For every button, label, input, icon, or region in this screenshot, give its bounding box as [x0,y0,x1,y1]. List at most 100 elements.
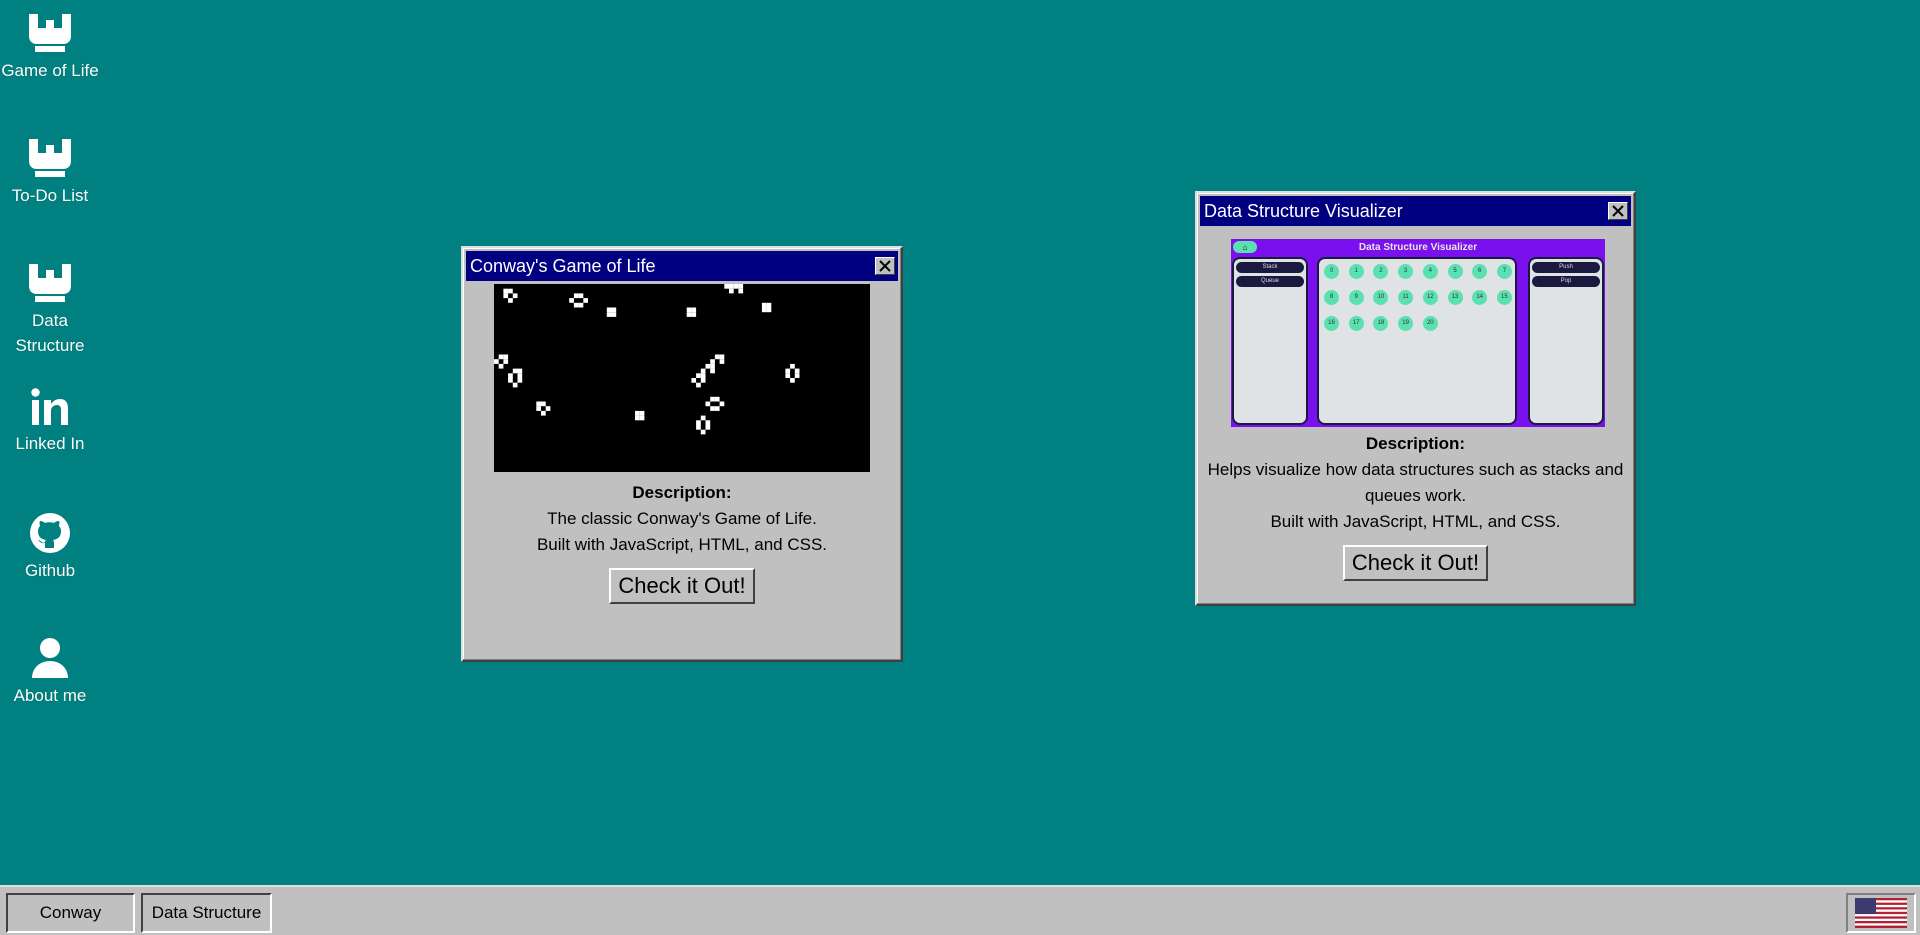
life-cell [536,406,541,411]
life-cell [729,288,734,294]
life-cell [611,307,617,313]
taskbar: Conway Data Structure [0,885,1920,935]
life-cell [545,406,551,411]
life-cell [700,429,706,435]
desktop-icon-game-of-life[interactable]: Game of Life [0,12,100,83]
life-cell [512,382,518,388]
life-cell [794,368,800,374]
life-cell [710,406,715,411]
life-cell [578,293,584,299]
desktop-icon-about-me[interactable]: About me [0,637,100,708]
life-cell [710,363,715,369]
life-cell [686,312,692,317]
life-cell [696,425,701,430]
life-cell [686,307,692,313]
desktop-icon-todo-list[interactable]: To-Do List [0,137,100,208]
close-button[interactable] [1608,202,1628,220]
life-cell [790,363,795,369]
window-conway[interactable]: Conway's Game of Life Description: The c… [461,246,903,662]
life-cell [639,415,645,421]
preview-node: 16 [1324,316,1339,331]
life-cell [714,354,720,360]
life-cell [733,284,739,289]
taskbar-button-data-structure[interactable]: Data Structure [141,893,272,933]
close-icon [879,260,891,272]
close-icon [1612,205,1624,217]
dropbox-icon [29,264,71,302]
close-button[interactable] [875,257,895,275]
description-line: The classic Conway's Game of Life. [547,509,817,528]
life-cell [719,401,725,407]
life-cell [503,359,509,364]
life-cell [508,298,513,303]
life-cell [738,288,744,294]
life-cell [705,425,711,430]
preview-node: 9 [1348,290,1364,305]
taskbar-button-conway[interactable]: Conway [6,893,135,933]
life-cell [606,307,612,313]
preview-node: 19 [1398,316,1414,331]
life-cell [785,373,791,378]
life-cell [573,293,579,299]
life-cell [503,293,509,299]
life-cell [710,396,715,402]
desktop: Game of Life To-Do List Data Structure L… [0,0,1920,885]
preview-node: 2 [1373,264,1389,279]
preview-node: 3 [1398,264,1414,279]
life-cell [700,415,706,421]
preview-button: Pop [1532,276,1600,287]
description-line: Built with JavaScript, HTML, and CSS. [1270,512,1561,531]
life-cell [536,401,541,407]
preview-node: 8 [1324,290,1339,305]
life-cell [541,410,546,416]
window-titlebar[interactable]: Data Structure Visualizer [1200,196,1631,226]
user-icon [32,638,68,678]
life-cell [696,373,701,378]
life-cell [790,378,795,383]
description-line: Built with JavaScript, HTML, and CSS. [536,535,828,554]
desktop-icon-label: Github [24,561,76,580]
life-cell [517,373,523,378]
life-cell [508,373,513,378]
life-cell [714,406,720,411]
preview-node: 5 [1447,264,1463,279]
desktop-icon-data-structure[interactable]: Data Structure [0,262,100,358]
preview-node-area: 0 1 2 3 4 5 6 7 8 9 10 11 12 13 14 15 16 17 18 19 20 [1317,257,1517,425]
life-cell [635,410,640,416]
life-cell [705,363,711,369]
window-title: Conway's Game of Life [470,255,656,276]
life-cell [691,378,697,383]
preview-node: 11 [1398,290,1414,305]
check-it-out-button[interactable]: Check it Out! [1342,545,1489,581]
life-cell [766,302,772,308]
life-cell [696,420,701,425]
window-data-structure[interactable]: Data Structure Visualizer ⌂ Data Structu… [1195,191,1636,606]
desktop-icon-linkedin[interactable]: Linked In [0,387,100,456]
desktop-icon-label: Linked In [15,434,85,453]
check-it-out-button[interactable]: Check it Out! [609,568,755,604]
life-cell [738,284,744,289]
life-cell [635,415,640,421]
desktop-icon-label: To-Do List [11,186,89,205]
life-cell [724,284,729,289]
preview-node: 13 [1447,290,1463,305]
life-cell [611,312,617,317]
life-cell [761,302,767,308]
life-cell [714,396,720,402]
life-cell [578,302,584,308]
preview-node: 1 [1348,264,1364,279]
dropbox-icon [29,139,71,177]
preview-node: 15 [1496,290,1512,305]
window-titlebar[interactable]: Conway's Game of Life [466,251,898,281]
life-cell [766,307,772,313]
preview-node: 10 [1373,290,1389,305]
desktop-icon-label: Game of Life [1,61,99,80]
life-cell [719,354,725,360]
desktop-icon-github[interactable]: Github [0,512,100,583]
preview-node: 17 [1348,316,1364,331]
life-cell [508,288,513,294]
us-flag-icon[interactable] [1855,898,1907,928]
preview-button: Push [1532,262,1600,273]
life-cell [517,378,523,383]
life-cell [696,382,701,388]
